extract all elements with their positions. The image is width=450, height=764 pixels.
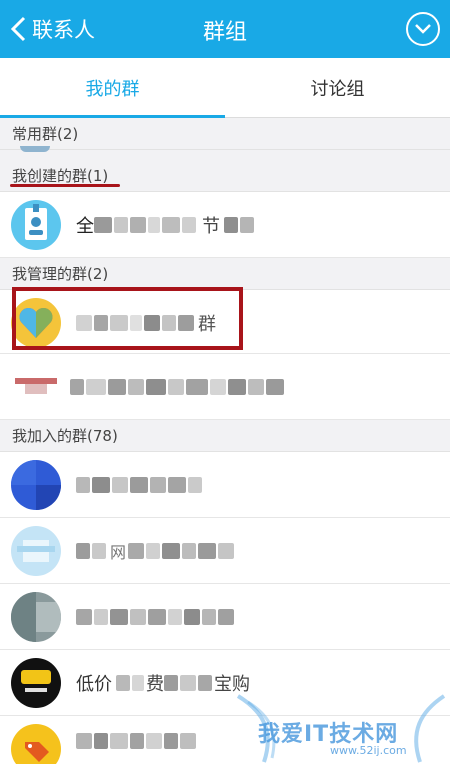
blurred-text — [76, 730, 198, 752]
group-name: 全 节 — [76, 212, 256, 238]
blurred-gray-avatar — [11, 592, 61, 642]
blurred-text — [76, 540, 108, 562]
page-title: 群组 — [202, 20, 247, 45]
group-row[interactable]: 全 节 — [0, 192, 450, 258]
blurred-text — [70, 376, 286, 398]
section-joined-label: 我加入的群(78) — [12, 427, 118, 445]
blurred-text — [76, 474, 204, 496]
id-badge-avatar — [11, 200, 61, 250]
tab-discussion-groups[interactable]: 讨论组 — [225, 58, 450, 117]
section-managed[interactable]: 我管理的群(2) — [0, 258, 450, 290]
group-row[interactable] — [0, 354, 450, 420]
blurred-text — [76, 606, 236, 628]
watermark-url: www.52ij.com — [330, 744, 407, 757]
section-managed-label: 我管理的群(2) — [12, 265, 109, 283]
group-row[interactable]: 网 — [0, 518, 450, 584]
group-name — [76, 604, 236, 630]
section-frequent[interactable]: 常用群(2) — [0, 118, 450, 150]
blurred-text — [94, 214, 198, 236]
tab-my-groups[interactable]: 我的群 — [0, 58, 225, 118]
section-frequent-label: 常用群(2) — [12, 125, 79, 143]
underline-annotation — [10, 184, 120, 187]
group-name: 网 — [76, 538, 236, 564]
tag-icon-avatar — [11, 724, 61, 764]
chevron-down-icon — [415, 24, 431, 34]
section-joined[interactable]: 我加入的群(78) — [0, 420, 450, 452]
highlight-box — [12, 287, 243, 350]
blurred-avatar — [11, 362, 61, 412]
group-name — [76, 728, 198, 754]
blurred-lightblue-avatar — [11, 526, 61, 576]
group-name: 低价 费 宝购 — [76, 674, 250, 695]
tab-bar: 我的群 讨论组 — [0, 58, 450, 118]
group-row[interactable] — [0, 452, 450, 518]
section-created-label: 我创建的群(1) — [12, 167, 109, 185]
partial-avatar — [20, 146, 50, 152]
group-name — [76, 472, 204, 498]
section-created[interactable]: 我创建的群(1) — [0, 160, 450, 192]
title-bar: 联系人 群组 — [0, 0, 450, 58]
menu-button[interactable] — [406, 12, 440, 46]
black-logo-avatar — [11, 658, 61, 708]
group-row[interactable] — [0, 584, 450, 650]
blurred-blue-avatar — [11, 460, 61, 510]
group-name — [70, 374, 286, 400]
